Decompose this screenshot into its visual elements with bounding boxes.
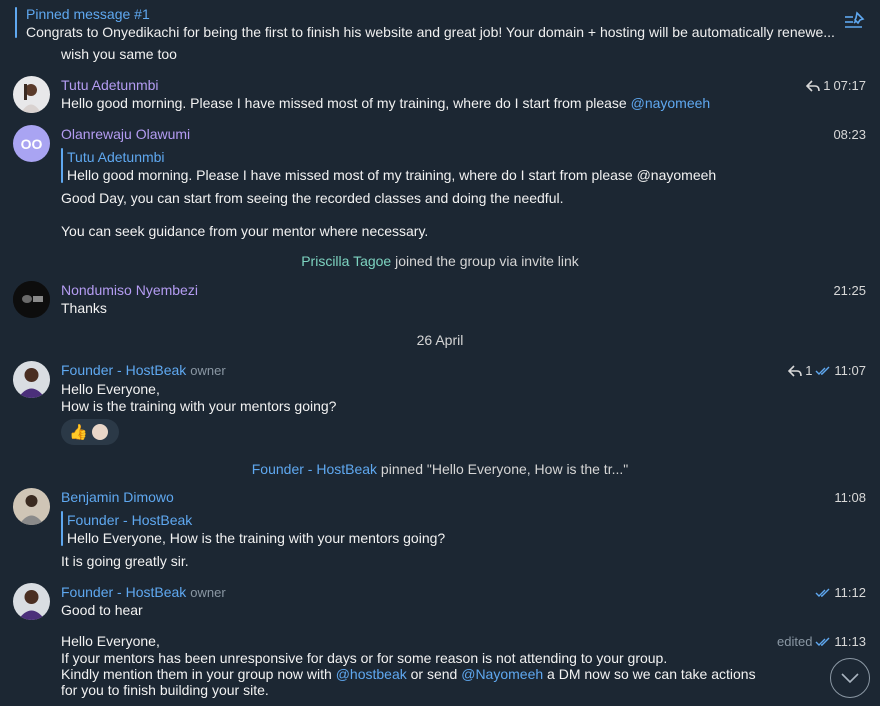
message-text: Good to hear <box>61 602 143 618</box>
message-text: for you to finish building your site. <box>61 682 269 698</box>
reply-bar <box>61 148 63 183</box>
message-text: You can seek guidance from your mentor w… <box>61 223 429 239</box>
message-time: 11:08 <box>834 490 866 505</box>
message-text: Hello good morning. Please I have missed… <box>61 95 711 111</box>
message-text: How is the training with your mentors go… <box>61 398 337 414</box>
pinned-message-bar[interactable]: Pinned message #1 Congrats to Onyedikach… <box>0 0 880 44</box>
avatar[interactable] <box>13 361 50 398</box>
reply-icon <box>806 79 821 92</box>
message-time: 11:07 <box>834 363 866 378</box>
pinned-title: Pinned message #1 <box>26 6 150 22</box>
reply-icon <box>788 364 802 377</box>
sender-name[interactable]: Tutu Adetunmbi <box>61 77 159 93</box>
pinned-list-icon[interactable] <box>842 10 866 34</box>
sender-name[interactable]: Benjamin Dimowo <box>61 489 174 505</box>
reply-sender-name[interactable]: Founder - HostBeak <box>67 512 192 528</box>
thumbs-up-icon[interactable]: 👍 <box>69 423 88 441</box>
joined-user-name[interactable]: Priscilla Tagoe <box>301 253 391 269</box>
mention-link[interactable]: @nayomeeh <box>631 95 711 111</box>
reply-quote-text[interactable]: Hello Everyone, How is the training with… <box>67 530 445 546</box>
edited-label: edited <box>777 634 813 649</box>
reply-count[interactable]: 1 <box>805 363 812 378</box>
pinned-text: Congrats to Onyedikachi for being the fi… <box>26 24 835 40</box>
message-time: 07:17 <box>833 78 866 93</box>
message-meta: 1 11:07 <box>788 363 866 378</box>
message-text: Thanks <box>61 300 107 316</box>
message-text: Hello Everyone, <box>61 381 160 397</box>
reply-count[interactable]: 1 <box>823 78 830 93</box>
read-check-icon <box>815 637 830 646</box>
message-meta: edited 11:13 <box>777 634 866 649</box>
sender-name[interactable]: Founder - HostBeak owner <box>61 362 226 378</box>
message-meta: 11:12 <box>815 585 866 600</box>
message-text: Kindly mention them in your group now wi… <box>61 666 756 682</box>
mention-link[interactable]: @hostbeak <box>336 666 407 682</box>
sender-name[interactable]: Founder - HostBeak owner <box>61 584 226 600</box>
date-separator: 26 April <box>416 332 464 348</box>
message-text: Hello Everyone, <box>61 633 160 649</box>
avatar[interactable] <box>13 76 50 113</box>
message-text: wish you same too <box>61 46 177 62</box>
avatar[interactable]: OO <box>13 125 50 162</box>
read-check-icon <box>815 588 830 597</box>
message-text: Good Day, you can start from seeing the … <box>61 190 564 206</box>
avatar[interactable] <box>13 583 50 620</box>
reply-quote-text[interactable]: Hello good morning. Please I have missed… <box>67 167 716 183</box>
service-pin-event: Founder - HostBeak pinned "Hello Everyon… <box>251 461 629 477</box>
avatar[interactable] <box>13 281 50 318</box>
avatar[interactable] <box>13 488 50 525</box>
reactions-bar[interactable]: 👍 <box>61 419 119 445</box>
pinned-indicator <box>15 7 17 38</box>
message-meta: 1 07:17 <box>806 78 866 93</box>
scroll-down-button[interactable] <box>830 658 870 698</box>
message-time: 11:12 <box>834 585 866 600</box>
service-join-event: Priscilla Tagoe joined the group via inv… <box>301 253 579 269</box>
reply-sender-name[interactable]: Tutu Adetunmbi <box>67 149 165 165</box>
message-time: 21:25 <box>833 283 866 298</box>
message-time: 08:23 <box>833 127 866 142</box>
sender-name[interactable]: Olanrewaju Olawumi <box>61 126 190 142</box>
role-badge: owner <box>190 363 226 378</box>
pinner-name[interactable]: Founder - HostBeak <box>252 461 377 477</box>
message-text: It is going greatly sir. <box>61 553 189 569</box>
message-time: 11:13 <box>834 634 866 649</box>
read-check-icon <box>815 366 830 375</box>
reply-bar <box>61 511 63 546</box>
message-text: If your mentors has been unresponsive fo… <box>61 650 668 666</box>
role-badge: owner <box>190 585 226 600</box>
reactor-avatar[interactable] <box>91 424 108 440</box>
mention-link[interactable]: @Nayomeeh <box>461 666 543 682</box>
chevron-down-icon <box>840 672 859 683</box>
sender-name[interactable]: Nondumiso Nyembezi <box>61 282 198 298</box>
